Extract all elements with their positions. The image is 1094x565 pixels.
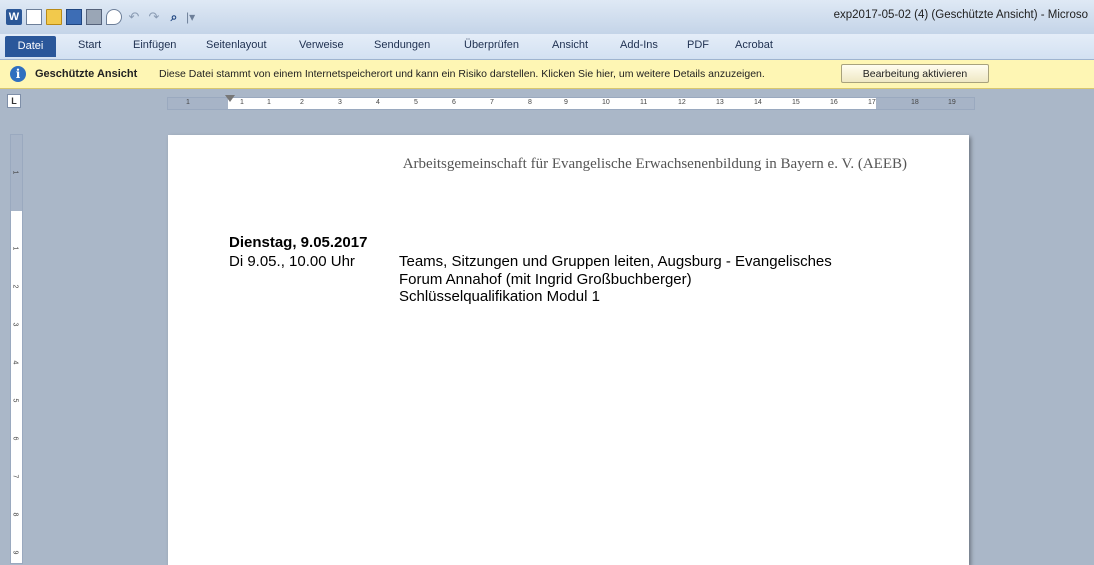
ruler-label: 14 — [754, 99, 762, 106]
tab-ueberpruefen[interactable]: Überprüfen — [464, 39, 519, 51]
document-page[interactable]: Arbeitsgemeinschaft für Evangelische Erw… — [168, 135, 969, 565]
ruler-label: 7 — [11, 474, 19, 479]
ruler-label: 5 — [414, 99, 418, 106]
ruler-label: 6 — [11, 436, 19, 441]
event-description-line: Schlüsselqualifikation Modul 1 — [399, 288, 600, 305]
ruler-label: 1 — [11, 170, 19, 175]
ruler-label: 2 — [300, 99, 304, 106]
ruler-label: 1 — [240, 99, 244, 106]
ruler-label: 1 — [11, 246, 19, 251]
ruler-label: 16 — [830, 99, 838, 106]
ruler-label: 3 — [11, 322, 19, 327]
ruler-label: 18 — [911, 99, 919, 106]
enable-editing-button[interactable]: Bearbeitung aktivieren — [841, 64, 989, 83]
tab-datei[interactable]: Datei — [5, 36, 56, 57]
ruler-label: 17 — [868, 99, 876, 106]
print-icon[interactable] — [86, 9, 102, 25]
ruler-label: 9 — [564, 99, 568, 106]
ruler-label: 1 — [267, 99, 271, 106]
protected-view-title: Geschützte Ansicht — [35, 68, 138, 80]
protected-view-bar: i Geschützte Ansicht Diese Datei stammt … — [0, 60, 1094, 89]
ruler-label: 2 — [11, 284, 19, 289]
ruler-label: 15 — [792, 99, 800, 106]
new-document-icon[interactable] — [26, 9, 42, 25]
indent-marker-icon[interactable] — [225, 95, 235, 102]
save-icon[interactable] — [66, 9, 82, 25]
ribbon-tabs: Datei Start Einfügen Seitenlayout Verwei… — [0, 34, 1094, 60]
tab-add-ins[interactable]: Add-Ins — [620, 39, 658, 51]
ruler-label: 4 — [376, 99, 380, 106]
customize-toolbar-icon[interactable]: |▾ — [186, 10, 195, 24]
ruler-label: 8 — [528, 99, 532, 106]
undo-icon[interactable]: ↶ — [126, 9, 142, 25]
tab-seitenlayout[interactable]: Seitenlayout — [206, 39, 267, 51]
redo-icon[interactable]: ↷ — [146, 9, 162, 25]
ruler-label: 9 — [11, 550, 19, 555]
ruler-label: 7 — [490, 99, 494, 106]
tab-sendungen[interactable]: Sendungen — [374, 39, 430, 51]
find-icon[interactable]: ⌕ — [166, 9, 182, 25]
ruler-label: 12 — [678, 99, 686, 106]
quick-access-toolbar: W ↶ ↷ ⌕ |▾ — [6, 8, 195, 26]
ruler-scale: 1 1 1 2 3 4 5 6 7 8 9 10 11 12 13 14 15 … — [168, 98, 974, 109]
tab-pdf[interactable]: PDF — [687, 39, 709, 51]
vertical-ruler[interactable]: 1 1 2 3 4 5 6 7 8 9 — [10, 134, 23, 564]
ruler-label: 6 — [452, 99, 456, 106]
ruler-label: 1 — [186, 99, 190, 106]
event-description-line: Teams, Sitzungen und Gruppen leiten, Aug… — [399, 253, 832, 270]
tab-stop-selector[interactable]: L — [7, 94, 21, 108]
ruler-label: 13 — [716, 99, 724, 106]
event-description-line: Forum Annahof (mit Ingrid Großbuchberger… — [399, 271, 692, 288]
word-icon[interactable]: W — [6, 9, 22, 25]
event-time: Di 9.05., 10.00 Uhr — [229, 253, 355, 270]
horizontal-ruler[interactable]: 1 1 1 2 3 4 5 6 7 8 9 10 11 12 13 14 15 … — [167, 95, 975, 110]
open-folder-icon[interactable] — [46, 9, 62, 25]
title-bar: W ↶ ↷ ⌕ |▾ exp2017-05-02 (4) (Geschützte… — [0, 0, 1094, 35]
ruler-label: 11 — [640, 99, 648, 106]
ruler-label: 3 — [338, 99, 342, 106]
tab-einfuegen[interactable]: Einfügen — [133, 39, 176, 51]
protected-view-message[interactable]: Diese Datei stammt von einem Internetspe… — [159, 68, 765, 80]
ruler-label: 5 — [11, 398, 19, 403]
tab-ansicht[interactable]: Ansicht — [552, 39, 588, 51]
print-preview-icon[interactable] — [106, 9, 122, 25]
tab-start[interactable]: Start — [78, 39, 101, 51]
document-workspace: L 1 1 1 2 3 4 5 6 7 8 9 10 11 12 13 14 1… — [0, 89, 1094, 565]
event-date-heading: Dienstag, 9.05.2017 — [229, 234, 368, 251]
ruler-label: 8 — [11, 512, 19, 517]
window-title: exp2017-05-02 (4) (Geschützte Ansicht) -… — [833, 9, 1088, 21]
tab-acrobat[interactable]: Acrobat — [735, 39, 773, 51]
ruler-label: 10 — [602, 99, 610, 106]
info-icon: i — [10, 66, 26, 82]
ruler-label: 19 — [948, 99, 956, 106]
ruler-label: 4 — [11, 360, 19, 365]
page-header: Arbeitsgemeinschaft für Evangelische Erw… — [402, 156, 907, 172]
tab-verweise[interactable]: Verweise — [299, 39, 344, 51]
